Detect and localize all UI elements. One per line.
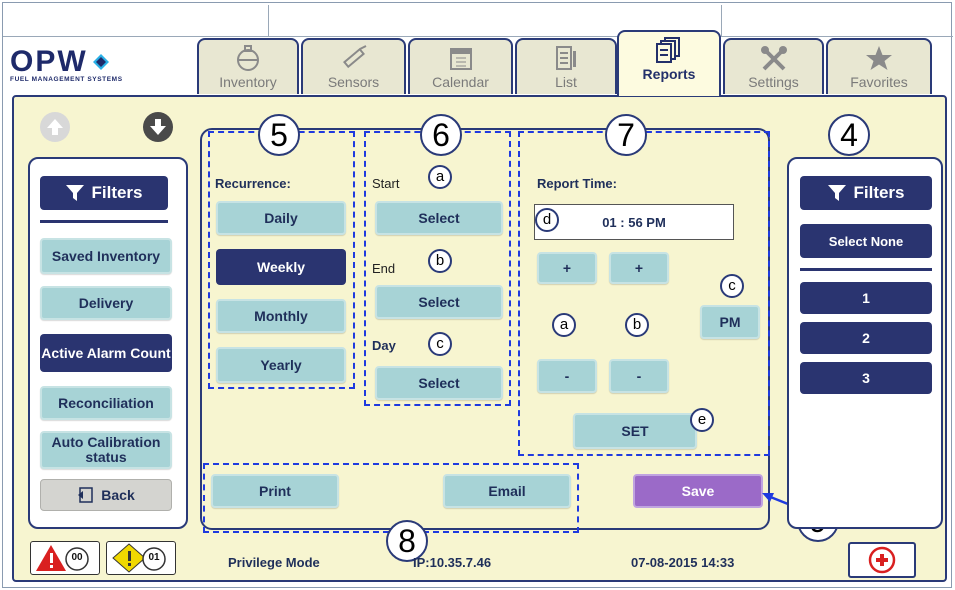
right-filters-header[interactable]: Filters xyxy=(800,176,932,210)
callout-letter: e xyxy=(690,408,714,432)
datetime-label: 07-08-2015 14:33 xyxy=(631,555,735,570)
reports-icon xyxy=(656,37,680,63)
tab-label: Reports xyxy=(642,66,696,82)
add-button[interactable] xyxy=(848,542,916,578)
tank-filter-3[interactable]: 3 xyxy=(800,362,932,394)
tab-reports[interactable]: Reports xyxy=(617,30,721,96)
alarm-indicator-button[interactable]: 00 xyxy=(30,541,100,575)
alarm-icon xyxy=(36,545,89,571)
right-filters-divider xyxy=(800,268,932,271)
warning-icon xyxy=(112,543,166,573)
tank-filter-1[interactable]: 1 xyxy=(800,282,932,314)
ip-address-label: IP:10.35.7.46 xyxy=(413,555,492,570)
alarm-count: 00 xyxy=(71,552,83,563)
plus-circle-icon xyxy=(868,546,896,574)
filters-label: Filters xyxy=(853,183,905,202)
warning-count: 01 xyxy=(148,552,160,563)
callout-letter: d xyxy=(535,208,559,232)
funnel-icon xyxy=(828,185,847,201)
privilege-mode-label: Privilege Mode xyxy=(228,555,320,570)
select-none-button[interactable]: Select None xyxy=(800,224,932,258)
tank-filter-2[interactable]: 2 xyxy=(800,322,932,354)
warning-indicator-button[interactable]: 01 xyxy=(106,541,176,575)
